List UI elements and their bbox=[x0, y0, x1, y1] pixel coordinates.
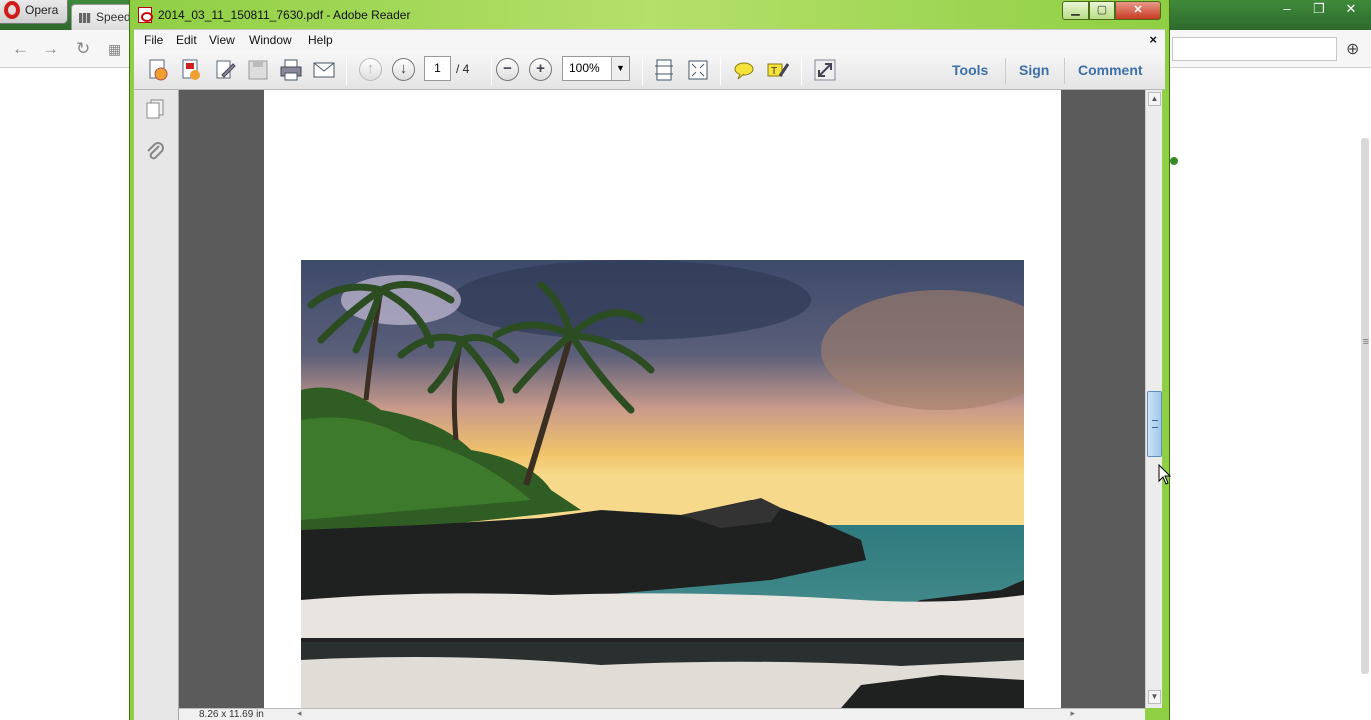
attachments-icon[interactable] bbox=[144, 141, 166, 163]
scroll-down-icon[interactable]: ▼ bbox=[1148, 690, 1161, 704]
print-icon[interactable] bbox=[279, 58, 303, 82]
toolbar-separator bbox=[642, 57, 643, 85]
opera-scroll-thumb[interactable] bbox=[1361, 138, 1369, 674]
scroll-right-icon[interactable]: ▸ bbox=[1070, 708, 1075, 719]
mouse-cursor-icon bbox=[1158, 464, 1172, 485]
zoom-in-icon[interactable]: + bbox=[529, 58, 552, 81]
page-total: / 4 bbox=[456, 62, 470, 76]
highlight-icon[interactable]: T bbox=[766, 58, 790, 82]
opera-tab-label: Speed bbox=[96, 10, 131, 24]
zoom-value: 100% bbox=[569, 61, 600, 75]
window-title: 2014_03_11_150811_7630.pdf - Adobe Reade… bbox=[158, 8, 411, 22]
menu-view[interactable]: View bbox=[209, 33, 235, 47]
opera-address-field[interactable] bbox=[1172, 37, 1337, 61]
speed-dial-nav-icon[interactable]: ▦ bbox=[108, 41, 121, 58]
adobe-reader-window: 2014_03_11_150811_7630.pdf - Adobe Reade… bbox=[129, 0, 1170, 720]
reload-icon[interactable]: ↻ bbox=[76, 39, 90, 59]
toolbar-separator bbox=[491, 57, 492, 85]
navigation-pane bbox=[134, 90, 179, 720]
save-icon[interactable] bbox=[246, 58, 270, 82]
document-view[interactable] bbox=[179, 90, 1145, 708]
menu-window[interactable]: Window bbox=[249, 33, 292, 47]
create-pdf-icon[interactable] bbox=[146, 58, 170, 82]
toolbar-separator bbox=[720, 57, 721, 85]
back-icon[interactable]: ← bbox=[12, 39, 29, 59]
fit-page-icon[interactable] bbox=[686, 58, 710, 82]
opera-restore-button[interactable]: ❐ bbox=[1303, 0, 1335, 18]
opera-minimize-button[interactable]: – bbox=[1271, 0, 1303, 18]
beach-photo bbox=[301, 260, 1024, 708]
page-number-input[interactable]: 1 bbox=[424, 56, 451, 81]
fit-width-icon[interactable] bbox=[652, 58, 676, 82]
minimize-button[interactable]: ▁ bbox=[1062, 1, 1089, 20]
email-icon[interactable] bbox=[312, 58, 336, 82]
export-pdf-icon[interactable] bbox=[179, 58, 203, 82]
maximize-button[interactable]: ▢ bbox=[1089, 1, 1115, 20]
tab-sign[interactable]: Sign bbox=[1019, 62, 1049, 78]
close-document-button[interactable]: × bbox=[1149, 32, 1157, 47]
full-screen-icon[interactable] bbox=[813, 58, 837, 82]
status-bar: 8.26 x 11.69 in ◂ ▸ bbox=[179, 708, 1145, 720]
decorative-dot bbox=[1170, 157, 1178, 165]
tab-comment[interactable]: Comment bbox=[1078, 62, 1143, 78]
opera-logo-icon bbox=[4, 1, 20, 19]
tab-separator bbox=[1064, 58, 1065, 84]
opera-close-button[interactable]: ✕ bbox=[1335, 0, 1367, 18]
download-icon[interactable]: ⊕ bbox=[1346, 39, 1359, 59]
menu-edit[interactable]: Edit bbox=[176, 33, 197, 47]
scroll-grip-icon bbox=[1152, 420, 1158, 428]
opera-menu-label: Opera bbox=[25, 3, 59, 17]
chevron-down-icon[interactable]: ▼ bbox=[611, 57, 629, 80]
sticky-note-icon[interactable] bbox=[732, 58, 756, 82]
edit-icon[interactable] bbox=[213, 58, 237, 82]
scroll-thumb[interactable] bbox=[1147, 391, 1162, 457]
page-size-label: 8.26 x 11.69 in bbox=[199, 709, 264, 720]
scroll-left-icon[interactable]: ◂ bbox=[297, 708, 302, 719]
opera-window-controls: – ❐ ✕ bbox=[1271, 0, 1371, 20]
menu-file[interactable]: File bbox=[144, 33, 163, 47]
svg-text:T: T bbox=[771, 66, 777, 77]
forward-icon[interactable]: → bbox=[42, 39, 59, 59]
menu-help[interactable]: Help bbox=[308, 33, 333, 47]
pdf-file-icon bbox=[138, 7, 153, 23]
previous-page-icon[interactable]: ↑ bbox=[359, 58, 382, 81]
next-page-icon[interactable]: ↓ bbox=[392, 58, 415, 81]
side-panel-toggle-icon[interactable]: ≡ bbox=[1363, 336, 1369, 348]
reader-titlebar: 2014_03_11_150811_7630.pdf - Adobe Reade… bbox=[130, 0, 1169, 30]
toolbar: ↑ ↓ − + T bbox=[134, 51, 1165, 90]
scroll-up-icon[interactable]: ▲ bbox=[1148, 92, 1161, 106]
close-button[interactable]: ✕ bbox=[1115, 1, 1161, 20]
tab-separator bbox=[1005, 58, 1006, 84]
zoom-out-icon[interactable]: − bbox=[496, 58, 519, 81]
speed-dial-icon bbox=[79, 13, 91, 23]
toolbar-separator bbox=[346, 57, 347, 85]
zoom-select[interactable]: 100% ▼ bbox=[562, 56, 630, 81]
document-scrollbar[interactable]: ▲ ▼ bbox=[1145, 90, 1162, 708]
menu-bar: File Edit View Window Help × bbox=[134, 29, 1165, 51]
tab-tools[interactable]: Tools bbox=[952, 62, 988, 78]
page-thumbnails-icon[interactable] bbox=[144, 98, 166, 120]
toolbar-separator bbox=[801, 57, 802, 85]
pdf-page bbox=[264, 90, 1061, 708]
opera-menu-button[interactable]: Opera bbox=[0, 0, 68, 24]
